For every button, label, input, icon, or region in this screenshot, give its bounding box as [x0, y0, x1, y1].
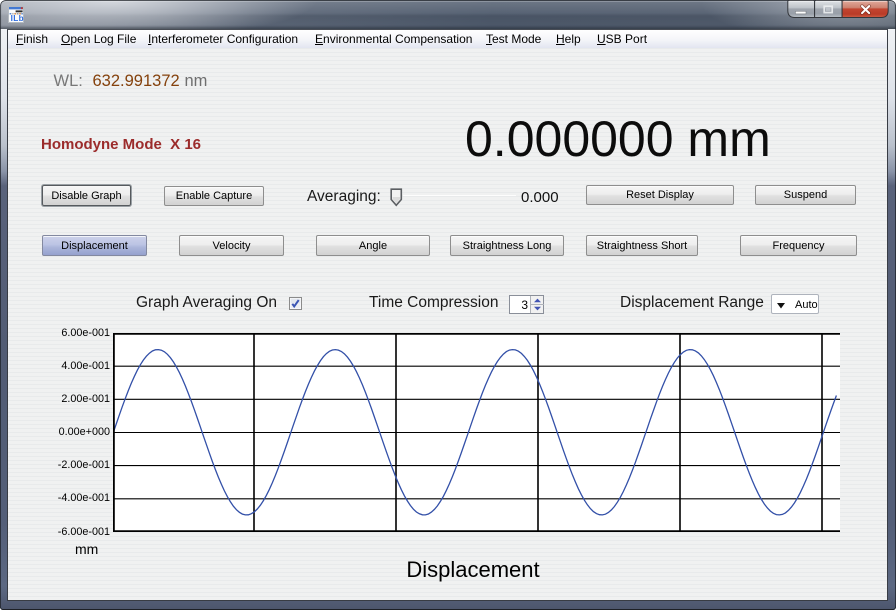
svg-text:ILb: ILb [11, 14, 24, 23]
